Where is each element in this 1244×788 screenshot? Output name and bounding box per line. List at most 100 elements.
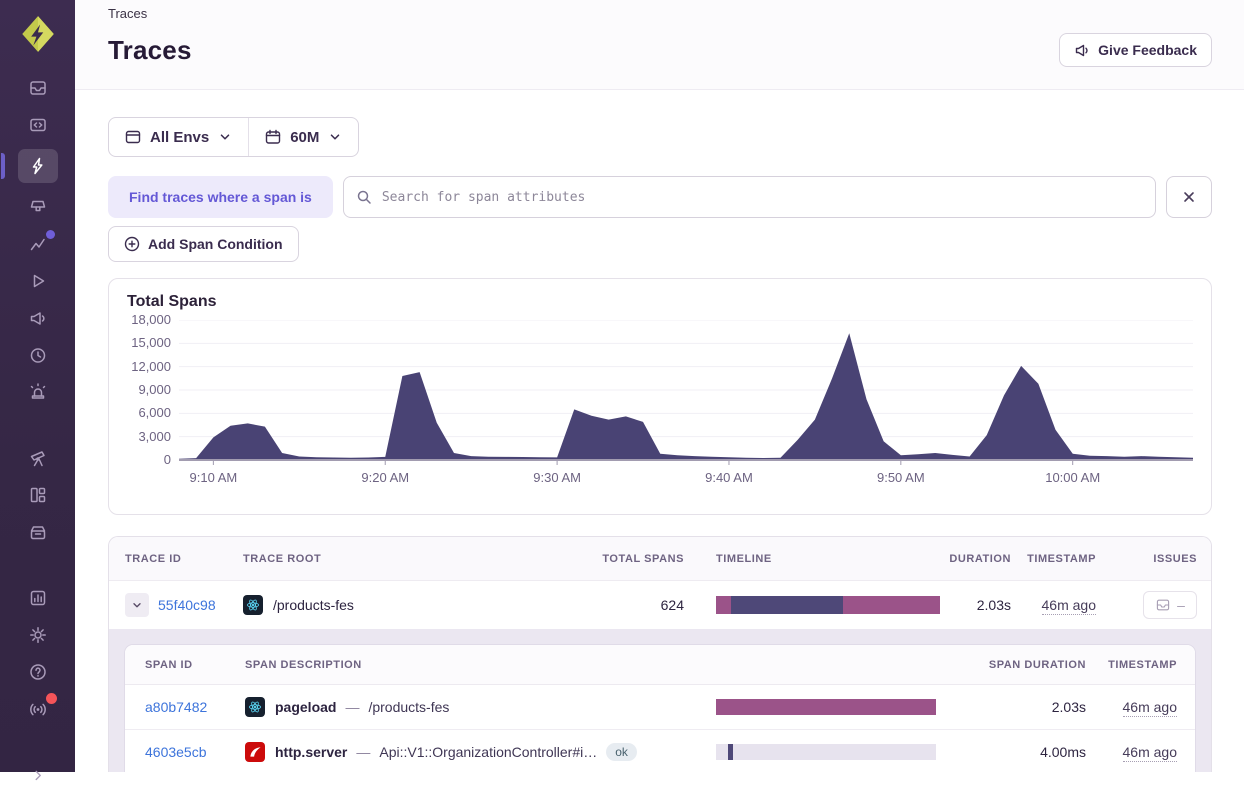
megaphone-icon xyxy=(1074,42,1090,58)
col-duration: DURATION xyxy=(949,553,1011,565)
area-chart xyxy=(179,320,1193,466)
active-indicator xyxy=(1,153,5,179)
calendar-icon xyxy=(265,129,281,145)
span-op: http.server xyxy=(275,744,347,760)
sidebar-item-replays[interactable] xyxy=(18,268,58,294)
span-duration-segment xyxy=(728,744,733,760)
trace-root-label[interactable]: /products-fes xyxy=(273,597,354,613)
sidebar-collapse-toggle[interactable] xyxy=(18,762,58,788)
sidebar-item-projects[interactable] xyxy=(18,112,58,138)
trace-row: 55f40c98 /products-fes 624 2.03s xyxy=(109,581,1211,629)
main-area: Traces Traces Give Feedback All Envs xyxy=(75,0,1244,772)
span-duration: 2.03s xyxy=(1052,699,1086,715)
sidebar-item-traces[interactable] xyxy=(18,149,58,183)
trace-timeline-bar[interactable] xyxy=(716,596,940,614)
col-span-id: SPAN ID xyxy=(145,659,245,671)
give-feedback-button[interactable]: Give Feedback xyxy=(1059,33,1212,67)
sidebar-item-settings[interactable] xyxy=(18,622,58,648)
span-duration-bar[interactable] xyxy=(716,699,936,715)
org-logo[interactable] xyxy=(17,13,59,55)
sidebar xyxy=(0,0,75,772)
spans-table-header: SPAN ID SPAN DESCRIPTION SPAN DURATION T… xyxy=(125,645,1195,685)
bar-chart-icon xyxy=(28,588,48,608)
clear-search-button[interactable] xyxy=(1166,176,1212,218)
filter-bar: All Envs 60M xyxy=(108,117,359,157)
sidebar-item-archive[interactable] xyxy=(18,519,58,545)
sidebar-item-help[interactable] xyxy=(18,659,58,685)
sidebar-item-stats[interactable] xyxy=(18,585,58,611)
span-duration-bar[interactable] xyxy=(716,744,936,760)
sidebar-item-insights[interactable] xyxy=(18,231,58,257)
help-icon xyxy=(28,662,48,682)
environment-filter[interactable]: All Envs xyxy=(109,118,248,156)
sidebar-item-alerts[interactable] xyxy=(18,379,58,405)
span-op: pageload xyxy=(275,699,336,715)
page-title: Traces xyxy=(108,35,192,66)
span-timestamp: 46m ago xyxy=(1123,744,1177,760)
chart-line-icon xyxy=(28,234,48,254)
y-axis-tick-label: 18,000 xyxy=(131,312,171,328)
page-content: All Envs 60M Find traces where a span is xyxy=(75,90,1244,772)
notification-dot-purple xyxy=(46,230,55,239)
app-root: Traces Traces Give Feedback All Envs xyxy=(0,0,1244,772)
inbox-icon xyxy=(1155,597,1171,613)
trace-id-link[interactable]: 55f40c98 xyxy=(158,597,216,613)
react-project-icon xyxy=(243,595,263,615)
span-status-badge: ok xyxy=(606,743,637,761)
chevron-down-icon xyxy=(218,130,232,144)
sidebar-item-feedback[interactable] xyxy=(18,305,58,331)
total-spans-value: 624 xyxy=(661,597,716,613)
trace-timestamp: 46m ago xyxy=(1042,597,1096,613)
y-axis-tick-label: 0 xyxy=(164,452,171,468)
span-description[interactable]: Api::V1::OrganizationController#i… xyxy=(379,744,597,760)
col-span-duration: SPAN DURATION xyxy=(989,659,1086,671)
col-span-description: SPAN DESCRIPTION xyxy=(245,659,716,671)
span-row: 4603e5cb http.server — Api::V1::Organiza… xyxy=(125,729,1195,772)
sidebar-item-dashboards[interactable] xyxy=(18,482,58,508)
sidebar-item-issues[interactable] xyxy=(18,75,58,101)
hood-icon xyxy=(28,197,48,217)
y-axis-tick-label: 15,000 xyxy=(131,335,171,351)
inbox-icon xyxy=(28,78,48,98)
traces-table-header: TRACE ID TRACE ROOT TOTAL SPANS TIMELINE… xyxy=(109,537,1211,581)
sidebar-item-profiling[interactable] xyxy=(18,194,58,220)
search-field-wrap xyxy=(343,176,1156,218)
archive-box-icon xyxy=(28,522,48,542)
lightning-icon xyxy=(28,156,48,176)
col-timestamp: TIMESTAMP xyxy=(1027,553,1096,565)
chart-plot-area[interactable]: 03,0006,0009,00012,00015,00018,000 xyxy=(109,320,1193,466)
x-axis-tick-label: 9:20 AM xyxy=(361,470,409,485)
issues-count: – xyxy=(1177,597,1185,613)
span-separator: — xyxy=(356,744,370,760)
breadcrumb[interactable]: Traces xyxy=(108,4,1212,21)
broadcast-icon xyxy=(28,699,48,719)
collapse-trace-button[interactable] xyxy=(125,593,149,617)
span-id-link[interactable]: a80b7482 xyxy=(145,699,245,715)
close-icon xyxy=(1180,188,1198,206)
y-axis-tick-label: 6,000 xyxy=(138,405,171,421)
sidebar-item-discover[interactable] xyxy=(18,445,58,471)
telescope-icon xyxy=(28,448,48,468)
sidebar-item-whats-new[interactable] xyxy=(18,696,58,722)
add-span-condition-button[interactable]: Add Span Condition xyxy=(108,226,299,262)
spans-table: SPAN ID SPAN DESCRIPTION SPAN DURATION T… xyxy=(125,645,1195,772)
timeline-segment xyxy=(716,596,731,614)
siren-icon xyxy=(28,382,48,402)
span-description[interactable]: /products-fes xyxy=(368,699,449,715)
col-trace-root: TRACE ROOT xyxy=(243,553,606,565)
span-id-link[interactable]: 4603e5cb xyxy=(145,744,245,760)
y-axis-labels: 03,0006,0009,00012,00015,00018,000 xyxy=(109,320,171,460)
notification-dot-red xyxy=(46,693,57,704)
time-range-filter[interactable]: 60M xyxy=(249,118,358,156)
search-input[interactable] xyxy=(343,176,1156,218)
trace-issues-button[interactable]: – xyxy=(1143,591,1197,619)
x-axis-tick-label: 9:10 AM xyxy=(190,470,238,485)
col-timeline: TIMELINE xyxy=(716,553,951,565)
x-axis-labels: 9:10 AM9:20 AM9:30 AM9:40 AM9:50 AM10:00… xyxy=(179,468,1193,494)
sidebar-item-releases[interactable] xyxy=(18,342,58,368)
timeline-segment xyxy=(731,596,843,614)
add-span-condition-label: Add Span Condition xyxy=(148,236,283,252)
total-spans-chart-panel: Total Spans 03,0006,0009,00012,00015,000… xyxy=(108,278,1212,515)
span-timestamp: 46m ago xyxy=(1123,699,1177,715)
window-icon xyxy=(125,129,141,145)
